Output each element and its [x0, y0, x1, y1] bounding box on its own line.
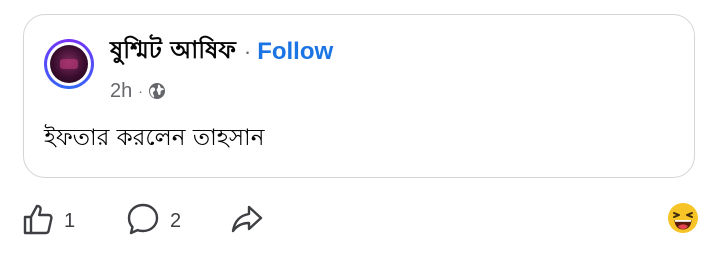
- post-screen: ষুশ্মিট আষিফ · Follow 2h · ইফতার করলেন ত…: [0, 0, 720, 256]
- thumbs-up-icon: [22, 202, 54, 241]
- like-button[interactable]: 1: [22, 202, 75, 241]
- action-bar: 1 2: [0, 196, 720, 246]
- comment-count: 2: [170, 210, 182, 232]
- post-card: ষুশ্মিট আষিফ · Follow 2h · ইফতার করলেন ত…: [23, 14, 695, 178]
- avatar[interactable]: [50, 45, 88, 83]
- meta-separator: ·: [138, 83, 143, 99]
- globe-icon[interactable]: [148, 82, 166, 100]
- follow-button[interactable]: Follow: [257, 38, 333, 66]
- laughing-emoji-icon[interactable]: [667, 202, 699, 234]
- post-time[interactable]: 2h: [110, 80, 132, 103]
- post-meta: 2h ·: [110, 79, 166, 103]
- post-text: ইফতার করলেন তাহসান: [44, 125, 265, 151]
- avatar-ring[interactable]: [44, 39, 94, 89]
- post-header: ষুশ্মিট আষিফ · Follow: [110, 35, 333, 69]
- author-name[interactable]: ষুশ্মিট আষিফ: [110, 32, 236, 72]
- comment-bubble-icon: [126, 202, 160, 241]
- header-separator: ·: [243, 39, 252, 64]
- like-count: 1: [64, 210, 76, 232]
- comment-button[interactable]: 2: [126, 202, 181, 241]
- share-button[interactable]: [230, 202, 264, 241]
- share-arrow-icon: [230, 202, 264, 241]
